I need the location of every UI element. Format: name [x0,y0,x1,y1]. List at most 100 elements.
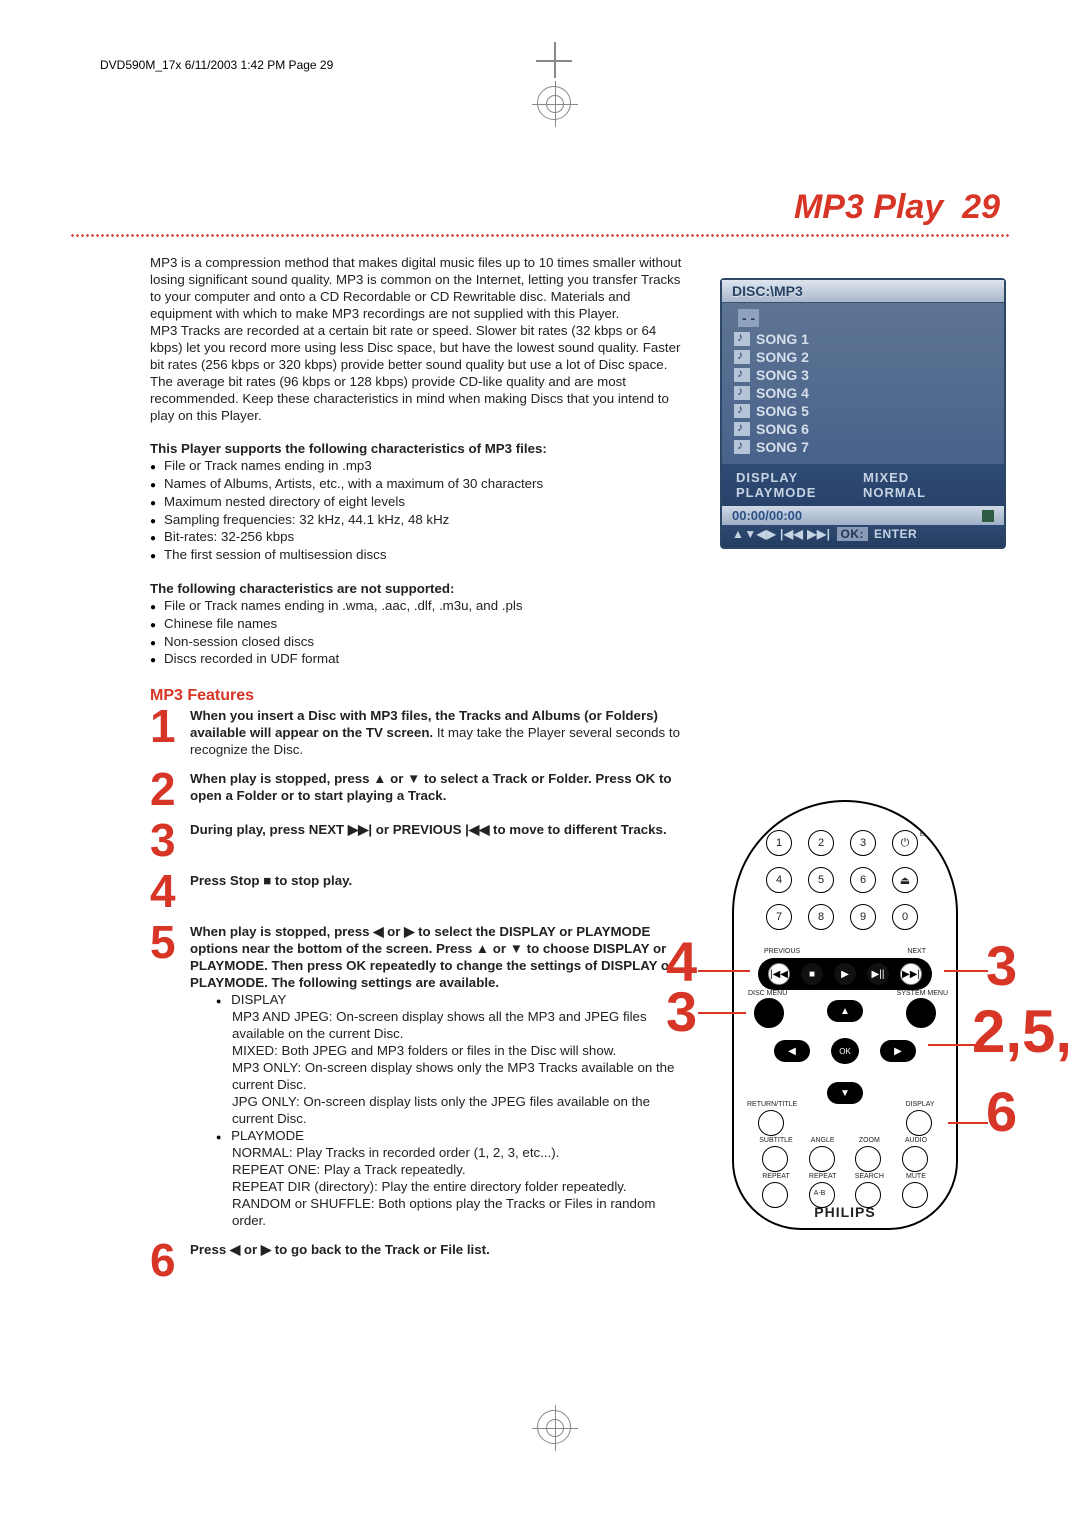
osd-song-label: SONG 1 [756,331,809,347]
ok-button[interactable]: OK [831,1038,859,1064]
left-button[interactable]: ◀ [774,1040,810,1062]
callout-line [698,1012,746,1014]
osd-hint-row: ▲▼◀▶ |◀◀ ▶▶| OK: ENTER [722,525,1004,547]
registration-target-icon [537,1410,571,1444]
display-label: DISPLAY [895,1101,945,1108]
page-title-text: MP3 Play [794,188,943,226]
system-menu-button[interactable] [906,998,936,1028]
list-item: Discs recorded in UDF format [150,650,690,668]
num-6-button[interactable]: 6 [850,867,876,893]
osd-song-row: SONG 7 [730,438,996,456]
num-4-button[interactable]: 4 [766,867,792,893]
list-item: Names of Albums, Artists, etc., with a m… [150,475,690,493]
registration-target-icon [537,86,571,120]
osd-song-label: SONG 3 [756,367,809,383]
step-text: When you insert a Disc with MP3 files, t… [190,707,690,758]
callout-2-5: 2,5, [972,1002,1072,1062]
num-7-button[interactable]: 7 [766,904,792,930]
osd-opt-value: MIXED [863,470,990,485]
body-paragraph: MP3 is a compression method that makes d… [150,254,690,322]
num-0-button[interactable]: 0 [892,904,918,930]
music-note-icon [734,422,750,436]
supports-list: File or Track names ending in .mp3 Names… [150,457,690,564]
subtitle-button[interactable]: SUBTITLE [762,1146,788,1172]
music-note-icon [734,332,750,346]
down-button[interactable]: ▼ [827,1082,863,1104]
eject-button[interactable]: ⏏ [892,867,918,893]
ab-label: A-B [814,1190,826,1197]
disc-menu-button[interactable] [754,998,784,1028]
osd-hint-enter: ENTER [874,527,917,541]
num-3-button[interactable]: 3 [850,830,876,856]
list-item: File or Track names ending in .wma, .aac… [150,597,690,615]
num-1-button[interactable]: 1 [766,830,792,856]
fn-label: REPEAT [798,1173,848,1180]
fn-label: AUDIO [891,1137,941,1144]
crop-mark [554,42,556,78]
page-title: MP3 Play 29 [794,188,1000,227]
body-paragraph: MP3 Tracks are recorded at a certain bit… [150,322,690,424]
main-column: MP3 is a compression method that makes d… [150,254,690,1292]
osd-options: DISPLAY MIXED PLAYMODE NORMAL [722,464,1004,506]
fn-label: REPEAT [751,1173,801,1180]
step-number: 3 [150,821,190,860]
audio-button[interactable]: AUDIO [902,1146,928,1172]
return-display-row: RETURN/TITLE DISPLAY [758,1110,932,1136]
fn-label: SEARCH [844,1173,894,1180]
music-note-icon [734,350,750,364]
list-item: RANDOM or SHUFFLE: Both options play the… [232,1195,690,1229]
num-2-button[interactable]: 2 [808,830,834,856]
music-note-icon [734,368,750,382]
zoom-button[interactable]: ZOOM [855,1146,881,1172]
list-item: Sampling frequencies: 32 kHz, 44.1 kHz, … [150,511,690,529]
return-title-label: RETURN/TITLE [747,1101,797,1108]
previous-button[interactable]: |◀◀ [768,963,790,985]
callout-line [698,970,750,972]
remote-diagram: EJECT 1 2 3 ⏻ 4 5 6 ⏏ 7 8 9 0 PREVIOUS N… [630,800,1050,1340]
music-note-icon [734,440,750,454]
next-label: NEXT [907,948,926,955]
osd-file-list: - - SONG 1 SONG 2 SONG 3 SONG 4 SONG 5 S… [722,303,1004,464]
display-button[interactable]: DISPLAY [906,1110,932,1136]
step-bold: During play, press NEXT ▶▶| or PREVIOUS … [190,822,667,837]
right-button[interactable]: ▶ [880,1040,916,1062]
return-title-button[interactable]: RETURN/TITLE [758,1110,784,1136]
step-1: 1 When you insert a Disc with MP3 files,… [150,707,690,758]
num-8-button[interactable]: 8 [808,904,834,930]
step-bold: Press Stop ■ to stop play. [190,873,352,888]
next-button[interactable]: ▶▶| [900,963,922,985]
osd-song-row: SONG 2 [730,348,996,366]
list-item: MP3 AND JPEG: On-screen display shows al… [232,1008,690,1042]
fn-label: ZOOM [844,1137,894,1144]
num-9-button[interactable]: 9 [850,904,876,930]
page-header-meta: DVD590M_17x 6/11/2003 1:42 PM Page 29 [100,58,333,72]
osd-song-label: SONG 6 [756,421,809,437]
step-number: 1 [150,707,190,758]
list-item: The first session of multisession discs [150,546,690,564]
play-button[interactable]: ▶ [834,963,856,985]
osd-hint-arrows: ▲▼◀▶ |◀◀ ▶▶| [732,527,831,541]
function-row-1: SUBTITLE ANGLE ZOOM AUDIO [762,1146,928,1172]
power-button[interactable]: ⏻ [892,830,918,856]
step-text: Press ◀ or ▶ to go back to the Track or … [190,1241,490,1280]
num-5-button[interactable]: 5 [808,867,834,893]
osd-song-label: SONG 2 [756,349,809,365]
osd-song-label: SONG 4 [756,385,809,401]
sub-heading: PLAYMODE [231,1128,304,1143]
brand-logo: PHILIPS [734,1204,956,1220]
step-5: 5 When play is stopped, press ◀ or ▶ to … [150,923,690,1229]
angle-button[interactable]: ANGLE [809,1146,835,1172]
step-text: When play is stopped, press ▲ or ▼ to se… [190,770,690,809]
pause-button[interactable]: ▶|| [867,963,889,985]
disc-menu-label: DISC MENU [748,990,787,997]
list-item: Chinese file names [150,615,690,633]
sub-heading: DISPLAY [231,992,286,1007]
stop-button[interactable]: ■ [801,963,823,985]
step-text: During play, press NEXT ▶▶| or PREVIOUS … [190,821,667,860]
step-number: 2 [150,770,190,809]
osd-hint-ok: OK: [837,527,869,541]
up-button[interactable]: ▲ [827,1000,863,1022]
dpad: DISC MENU SYSTEM MENU ▲ ▼ ◀ ▶ OK [752,998,938,1108]
osd-folder: - - [738,309,759,327]
step-bold: When play is stopped, press ◀ or ▶ to se… [190,924,674,990]
